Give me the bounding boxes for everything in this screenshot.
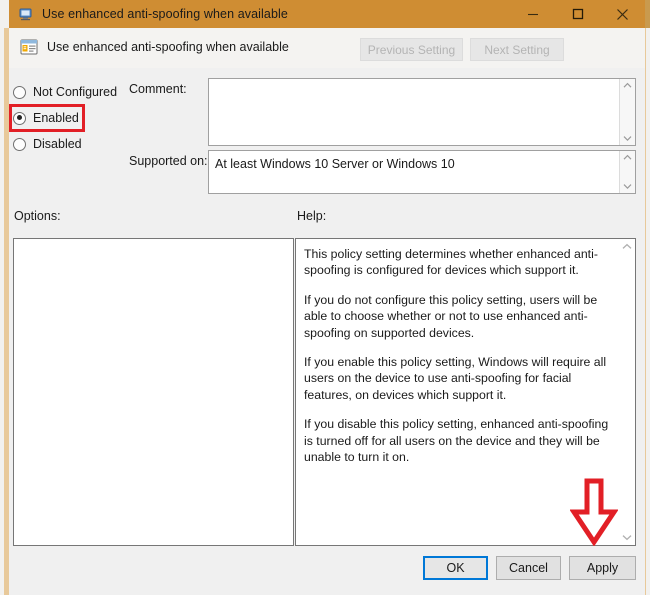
help-paragraph: If you disable this policy setting, enha… [304,417,609,465]
scroll-up-icon [622,243,632,249]
options-content [14,239,293,251]
radio-label-disabled: Disabled [33,137,82,151]
help-panel: This policy setting determines whether e… [295,238,636,546]
scroll-down-icon [622,535,632,541]
cancel-button[interactable]: Cancel [496,556,561,580]
screenshot-root: Use enhanced anti-spoofing when availabl… [0,0,650,595]
policy-window-icon [18,6,34,22]
help-label: Help: [297,209,327,223]
enabled-highlight-annotation [9,104,85,132]
options-panel[interactable] [13,238,294,546]
policy-setting-dialog: Use enhanced anti-spoofing when availabl… [9,0,645,595]
supported-on-scrollbar[interactable] [619,151,635,193]
title-bar[interactable]: Use enhanced anti-spoofing when availabl… [9,0,645,28]
help-paragraph: If you do not configure this policy sett… [304,292,598,340]
radio-label-not-configured: Not Configured [33,85,118,99]
comment-scrollbar[interactable] [619,79,635,145]
ok-button[interactable]: OK [423,556,488,580]
dialog-header: Use enhanced anti-spoofing when availabl… [9,28,645,68]
supported-on-value: At least Windows 10 Server or Windows 10 [215,157,455,171]
help-scrollbar[interactable] [619,239,635,545]
comment-field[interactable] [208,78,636,146]
help-paragraph: This policy setting determines whether e… [304,247,598,278]
help-paragraph: If you enable this policy setting, Windo… [304,355,607,402]
options-label: Options: [14,209,61,223]
setting-title: Use enhanced anti-spoofing when availabl… [47,40,289,54]
radio-disabled[interactable]: Disabled [13,134,82,154]
window-controls [510,0,645,28]
supported-on-field[interactable]: At least Windows 10 Server or Windows 10 [208,150,636,194]
scroll-down-icon [623,136,632,142]
dialog-body: Not Configured Enabled Disabled Comment: [9,68,645,595]
help-text: This policy setting determines whether e… [296,239,619,545]
radio-circle-disabled [13,137,26,151]
close-icon[interactable] [600,0,645,28]
supported-on-label: Supported on: [129,154,208,168]
radio-circle-not-configured [13,85,26,99]
scroll-up-icon [623,154,632,160]
comment-value[interactable] [209,79,619,145]
scroll-up-icon [623,82,632,88]
radio-not-configured[interactable]: Not Configured [13,82,117,102]
background-window-edge-right [646,28,650,595]
apply-button[interactable]: Apply [569,556,636,580]
minimize-icon[interactable] [510,0,555,28]
next-setting-button[interactable]: Next Setting [470,38,564,61]
scroll-down-icon [623,184,632,190]
window-title: Use enhanced anti-spoofing when availabl… [42,7,288,21]
group-policy-setting-icon [19,37,39,57]
previous-setting-button[interactable]: Previous Setting [360,38,463,61]
maximize-icon[interactable] [555,0,600,28]
comment-label: Comment: [129,82,187,96]
